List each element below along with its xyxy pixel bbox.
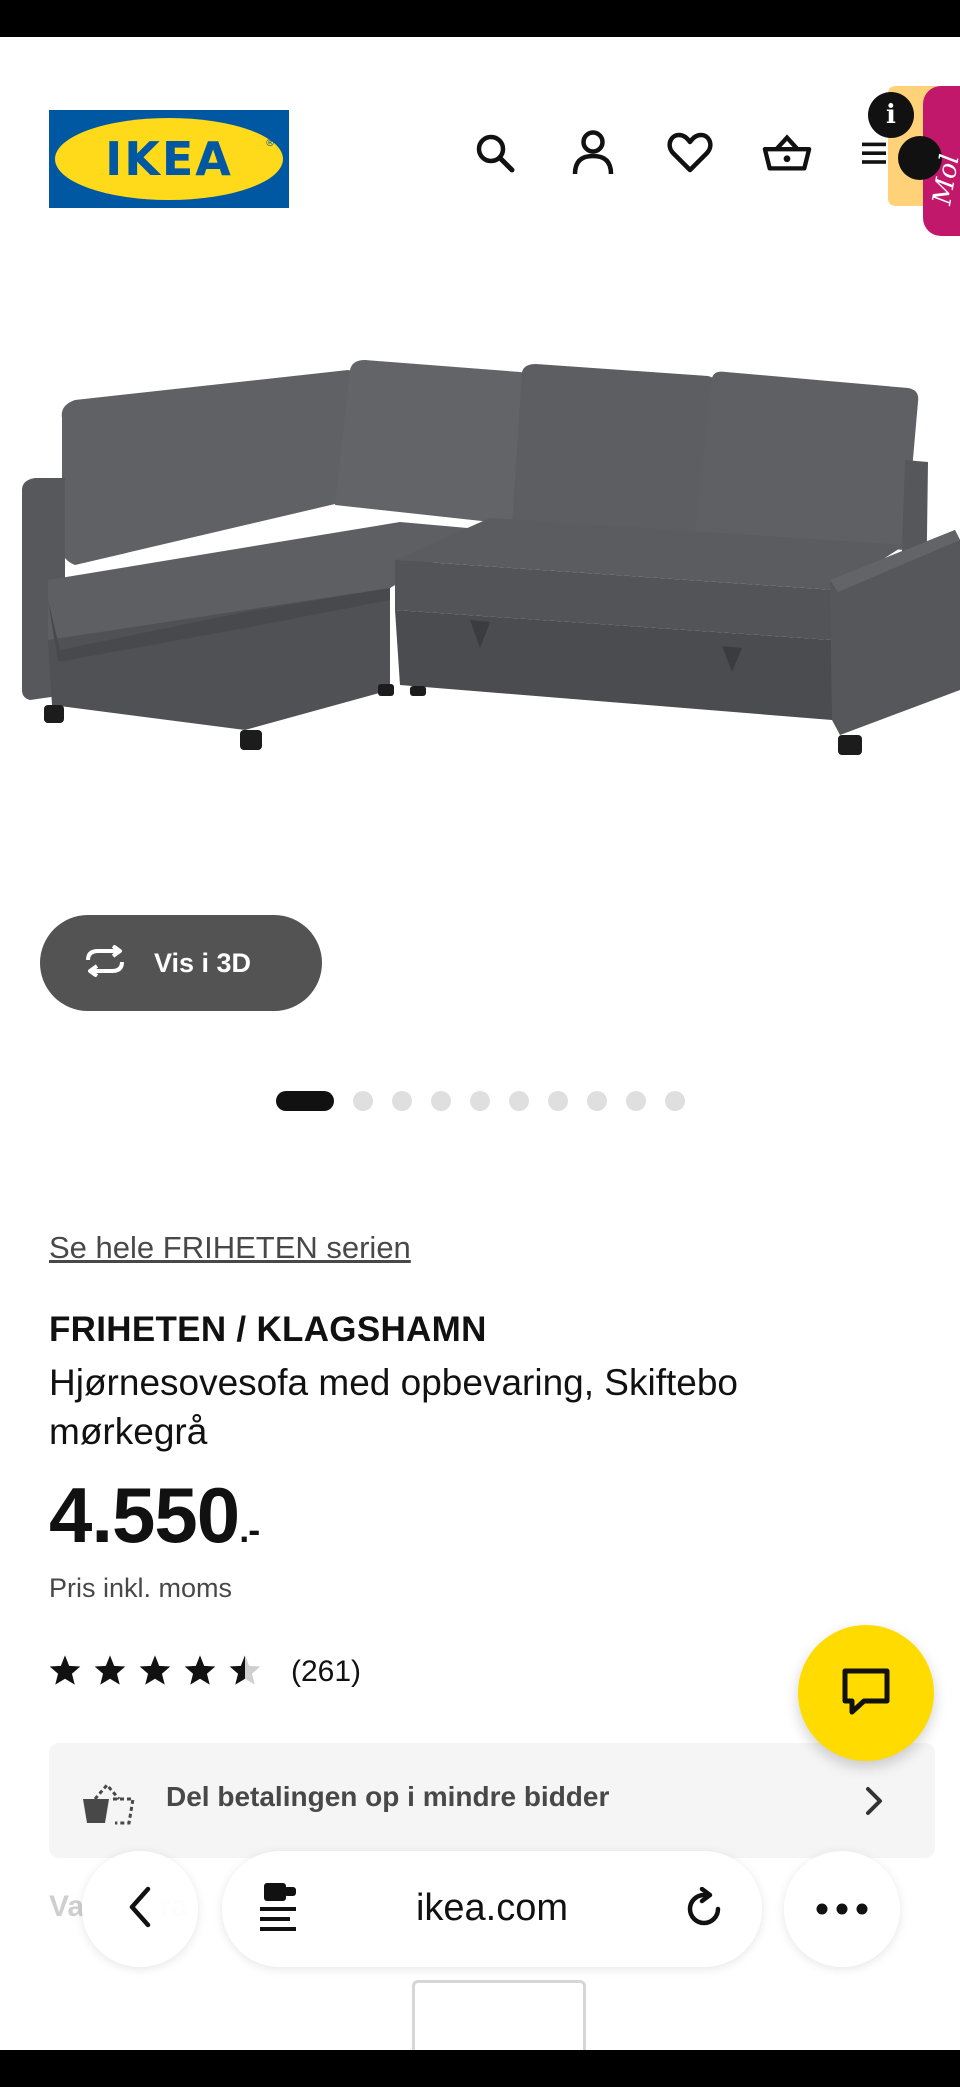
search-icon[interactable]: [470, 128, 520, 178]
browser-address-bar[interactable]: ikea.com: [222, 1851, 762, 1967]
gallery-dot[interactable]: [391, 1091, 412, 1111]
rotate-3d-icon: [80, 944, 130, 981]
gallery-dot[interactable]: [469, 1091, 490, 1111]
gallery-pagination[interactable]: [0, 1090, 960, 1112]
gallery-dot[interactable]: [352, 1091, 373, 1111]
chevron-left-icon: [126, 1885, 154, 1933]
gallery-dot[interactable]: [547, 1091, 568, 1111]
ikea-logo[interactable]: IKEA ®: [49, 110, 289, 208]
view-3d-label: Vis i 3D: [154, 947, 252, 978]
product-description: Hjørnesovesofa med opbevaring, Skiftebo …: [49, 1362, 738, 1452]
star-icon: [93, 1654, 127, 1690]
payment-split-label: Del betalingen op i mindre bidder: [166, 1781, 610, 1812]
browser-domain: ikea.com: [415, 1887, 569, 1929]
product-name: FRIHETEN / KLAGSHAMN: [49, 1310, 487, 1349]
half-star-icon: [228, 1654, 262, 1690]
gallery-dot[interactable]: [430, 1091, 451, 1111]
gallery-dot[interactable]: [664, 1091, 685, 1111]
product-price: 4.550.-: [49, 1471, 260, 1559]
gallery-dot[interactable]: [508, 1091, 529, 1111]
chat-button[interactable]: [798, 1625, 934, 1761]
heart-icon[interactable]: [665, 128, 715, 178]
cart-icon[interactable]: [762, 128, 812, 178]
system-nav-bar: [0, 2050, 960, 2087]
gallery-dot-active[interactable]: [275, 1091, 334, 1111]
payment-split-banner[interactable]: Del betalingen op i mindre bidder: [49, 1743, 935, 1858]
star-icon: [48, 1654, 82, 1690]
product-image[interactable]: [14, 290, 960, 905]
star-icon: [183, 1654, 217, 1690]
payment-installments-icon: [81, 1779, 135, 1829]
rating[interactable]: (261): [48, 1650, 361, 1694]
series-link[interactable]: Se hele FRIHETEN serien: [49, 1230, 411, 1266]
status-bar: [0, 0, 960, 37]
price-note: Pris inkl. moms: [49, 1573, 233, 1603]
gallery-dot[interactable]: [586, 1091, 607, 1111]
star-icon: [138, 1654, 172, 1690]
chevron-right-icon: [864, 1785, 884, 1821]
browser-back-button[interactable]: [82, 1851, 198, 1967]
view-3d-button[interactable]: Vis i 3D: [40, 915, 322, 1011]
reload-icon[interactable]: [682, 1886, 726, 1935]
review-count: (261): [291, 1655, 362, 1688]
chat-icon: [840, 1666, 892, 1720]
info-badge-icon[interactable]: i: [868, 92, 914, 138]
account-icon[interactable]: [568, 128, 618, 178]
more-dots-icon: [816, 1900, 868, 1919]
browser-more-button[interactable]: [784, 1851, 900, 1967]
gallery-dot[interactable]: [625, 1091, 646, 1111]
